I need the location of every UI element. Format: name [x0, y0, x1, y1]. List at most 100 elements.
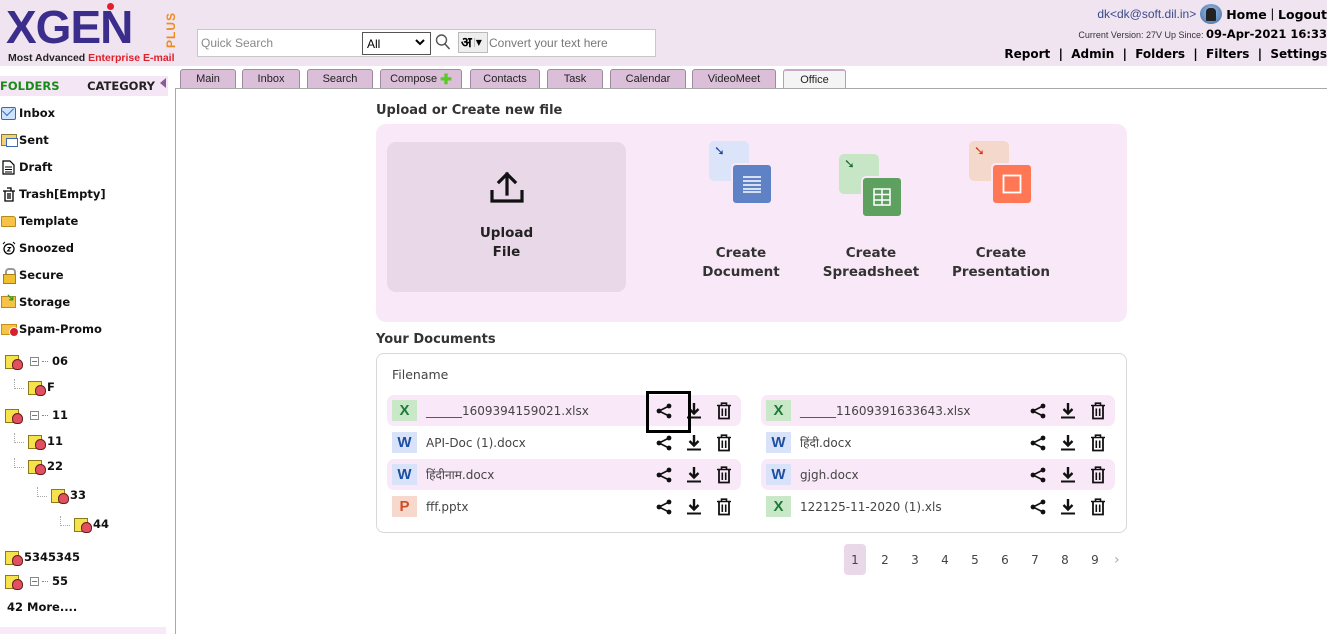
page-8-button[interactable]: 8	[1054, 544, 1076, 575]
delete-icon[interactable]	[715, 433, 733, 452]
file-name[interactable]: ______1609394159021.xlsx	[426, 404, 589, 418]
settings-link[interactable]: Settings	[1270, 47, 1327, 61]
user-folder-06[interactable]: − 06	[5, 352, 68, 370]
row-actions	[643, 491, 733, 522]
page-9-button[interactable]: 9	[1084, 544, 1106, 575]
user-folder-44[interactable]: 44	[60, 515, 109, 533]
search-scope-select[interactable]: All	[362, 32, 431, 55]
sidebar-item-inbox[interactable]: Inbox	[0, 104, 55, 122]
share-icon[interactable]	[1029, 402, 1047, 420]
sidebar-item-snoozed[interactable]: Snoozed	[0, 239, 74, 257]
user-folder-11-child[interactable]: 11	[14, 432, 63, 450]
file-name[interactable]: 122125-11-2020 (1).xls	[800, 500, 942, 514]
create-document-button[interactable]: ➘ Create Document	[686, 141, 796, 282]
tab-calendar[interactable]: Calendar	[610, 69, 686, 88]
search-icon[interactable]	[435, 33, 451, 51]
tab-compose[interactable]: Compose ✚	[380, 69, 462, 88]
document-row[interactable]: W हिंदीनाम.docx	[387, 459, 741, 490]
download-icon[interactable]	[1059, 434, 1077, 452]
delete-icon[interactable]	[715, 401, 733, 420]
download-icon[interactable]	[1059, 498, 1077, 516]
download-icon[interactable]	[1059, 402, 1077, 420]
page-3-button[interactable]: 3	[904, 544, 926, 575]
folders-tab[interactable]: FOLDERS	[0, 79, 60, 93]
folders-link[interactable]: Folders	[1135, 47, 1185, 61]
delete-icon[interactable]	[715, 465, 733, 484]
report-link[interactable]: Report	[1004, 47, 1050, 61]
user-folder-f[interactable]: F	[14, 378, 55, 396]
user-folder-5345345[interactable]: 5345345	[5, 548, 80, 566]
xgen-logo[interactable]: XGEN PLUS Most Advanced Enterprise E-mai…	[6, 3, 182, 64]
page-6-button[interactable]: 6	[994, 544, 1016, 575]
collapse-toggle-icon[interactable]: −	[30, 576, 39, 586]
file-name[interactable]: fff.pptx	[426, 500, 468, 514]
convert-text-input[interactable]	[489, 32, 649, 54]
file-name[interactable]: हिंदीनाम.docx	[426, 466, 494, 483]
collapse-toggle-icon[interactable]: −	[30, 410, 39, 420]
document-row[interactable]: Pfff.pptx	[387, 491, 741, 522]
category-tab[interactable]: CATEGORY	[87, 78, 166, 93]
user-folder-33[interactable]: 33	[37, 486, 86, 504]
tab-search[interactable]: Search	[307, 69, 373, 88]
home-link[interactable]: Home	[1226, 7, 1267, 22]
share-icon[interactable]	[1029, 434, 1047, 452]
share-icon[interactable]	[1029, 466, 1047, 484]
user-folder-22[interactable]: 22	[14, 457, 63, 475]
collapse-toggle-icon[interactable]: −	[30, 356, 39, 366]
document-row[interactable]: X 122125-11-2020 (1).xls	[761, 491, 1115, 522]
share-icon[interactable]	[655, 498, 673, 516]
download-icon[interactable]	[1059, 466, 1077, 484]
document-row[interactable]: W हिंदी.docx	[761, 427, 1115, 458]
file-name[interactable]: gjgh.docx	[800, 468, 859, 482]
sidebar-item-storage[interactable]: Storage	[0, 293, 70, 311]
tab-task[interactable]: Task	[547, 69, 603, 88]
sidebar-item-sent[interactable]: Sent	[0, 131, 49, 149]
filters-link[interactable]: Filters	[1206, 47, 1249, 61]
tab-main[interactable]: Main	[180, 69, 236, 88]
quick-search-input[interactable]	[200, 32, 360, 54]
create-spreadsheet-button[interactable]: ➘ Create Spreadsheet	[816, 154, 926, 282]
delete-icon[interactable]	[715, 497, 733, 516]
sidebar-item-draft[interactable]: Draft	[0, 158, 52, 176]
delete-icon[interactable]	[1089, 401, 1107, 420]
tab-contacts[interactable]: Contacts	[470, 69, 540, 88]
file-name[interactable]: हिंदी.docx	[800, 434, 851, 451]
page-5-button[interactable]: 5	[964, 544, 986, 575]
share-icon[interactable]	[655, 434, 673, 452]
admin-link[interactable]: Admin	[1071, 47, 1114, 61]
tab-videomeet[interactable]: VideoMeet	[692, 69, 776, 88]
logout-link[interactable]: Logout	[1278, 7, 1327, 22]
share-icon[interactable]	[655, 466, 673, 484]
user-folder-55[interactable]: − 55	[5, 572, 68, 590]
upload-file-button[interactable]: Upload File	[387, 142, 626, 292]
tab-office[interactable]: Office	[783, 69, 846, 89]
delete-icon[interactable]	[1089, 497, 1107, 516]
sidebar-item-template[interactable]: Template	[0, 212, 78, 230]
user-folder-11[interactable]: − 11	[5, 406, 68, 424]
delete-icon[interactable]	[1089, 433, 1107, 452]
delete-icon[interactable]	[1089, 465, 1107, 484]
page-1-button[interactable]: 1	[844, 544, 866, 575]
user-avatar[interactable]	[1200, 4, 1223, 24]
sidebar-item-spam-promo[interactable]: Spam-Promo	[0, 320, 102, 338]
create-presentation-button[interactable]: ➘ Create Presentation	[946, 141, 1056, 282]
download-icon[interactable]	[685, 434, 703, 452]
page-7-button[interactable]: 7	[1024, 544, 1046, 575]
download-icon[interactable]	[685, 498, 703, 516]
next-page-button[interactable]: ›	[1114, 552, 1120, 568]
collapse-sidebar-icon[interactable]	[160, 78, 166, 88]
tab-inbox[interactable]: Inbox	[242, 69, 300, 88]
sidebar-item-secure[interactable]: Secure	[0, 266, 64, 284]
download-icon[interactable]	[685, 466, 703, 484]
page-2-button[interactable]: 2	[874, 544, 896, 575]
document-row[interactable]: X ______11609391633643.xlsx	[761, 395, 1115, 426]
page-4-button[interactable]: 4	[934, 544, 956, 575]
sidebar-item-trash[interactable]: Trash[Empty]	[0, 185, 106, 203]
language-selector-button[interactable]: अ ▼	[458, 32, 488, 53]
more-folders-link[interactable]: 42 More....	[7, 600, 77, 614]
document-row[interactable]: Wgjgh.docx	[761, 459, 1115, 490]
file-name[interactable]: ______11609391633643.xlsx	[800, 404, 971, 418]
share-icon[interactable]	[1029, 498, 1047, 516]
file-name[interactable]: API-Doc (1).docx	[426, 436, 526, 450]
label-line2: Document	[702, 264, 780, 280]
